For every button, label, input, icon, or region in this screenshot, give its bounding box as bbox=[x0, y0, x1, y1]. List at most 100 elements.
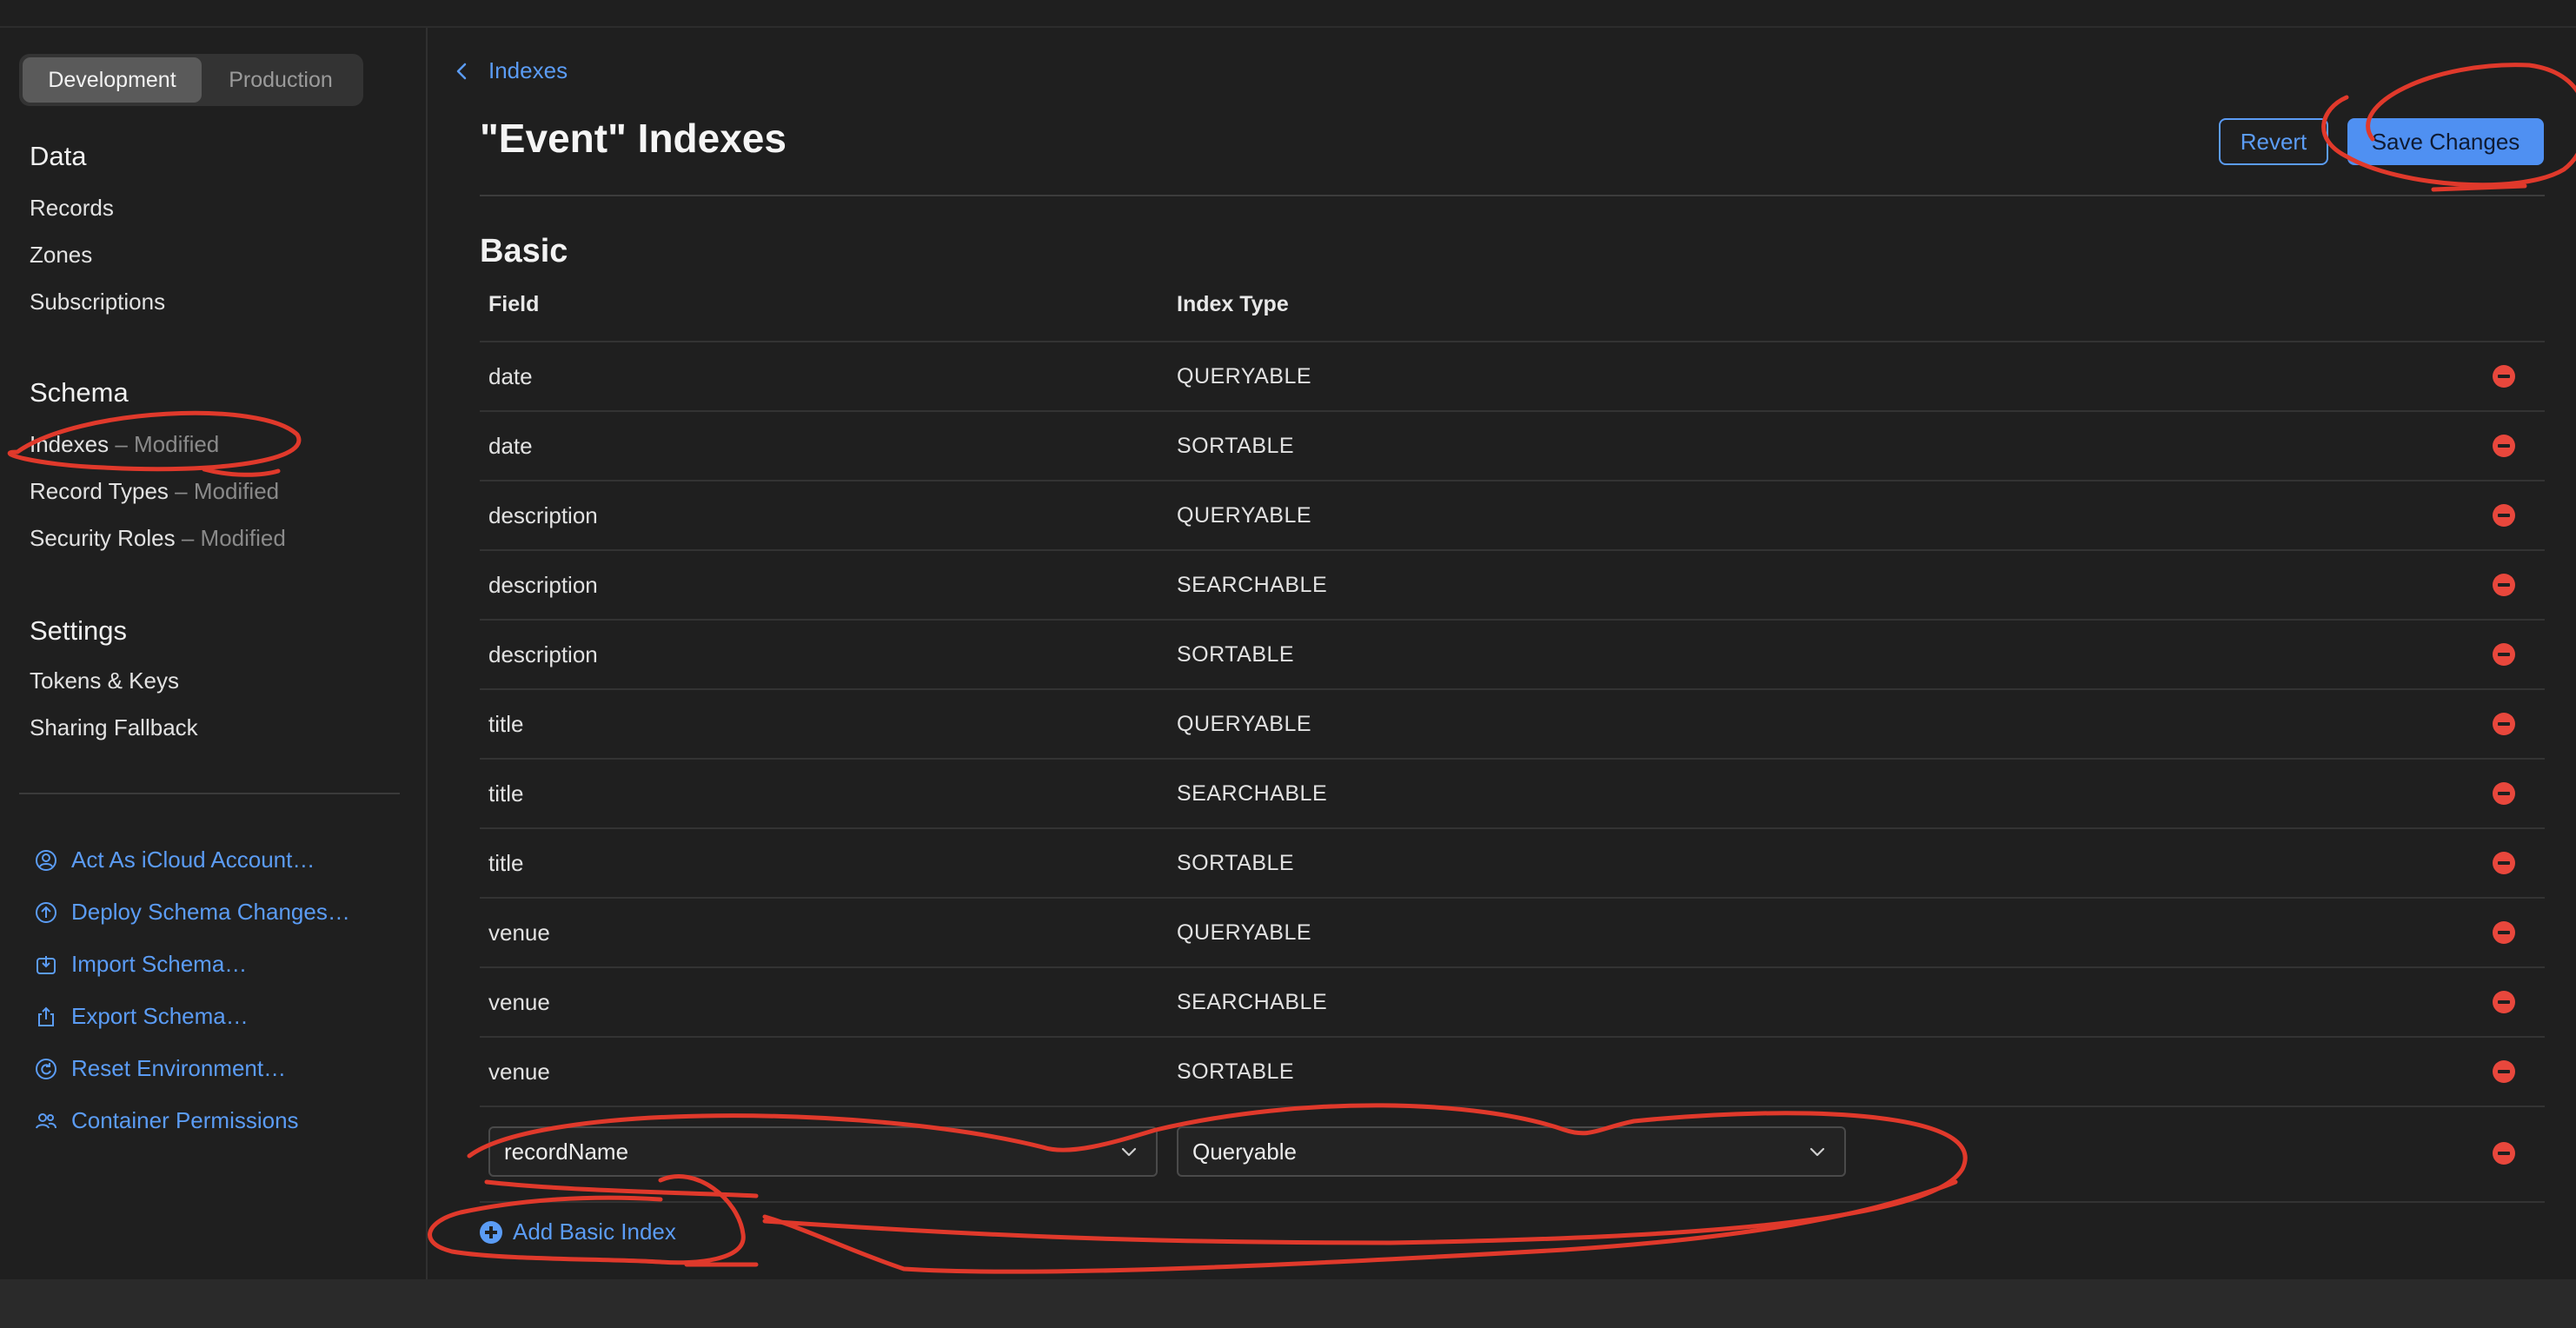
table-row: description SORTABLE bbox=[480, 619, 2545, 688]
remove-index-button[interactable] bbox=[2493, 574, 2515, 596]
remove-index-button[interactable] bbox=[2493, 1142, 2515, 1165]
remove-index-button[interactable] bbox=[2493, 365, 2515, 388]
reset-circle-icon bbox=[36, 1058, 56, 1079]
page-title: "Event" Indexes bbox=[480, 116, 787, 161]
sidebar-item-label: Security Roles bbox=[30, 525, 176, 551]
sidebar-item-label: Indexes bbox=[30, 431, 110, 457]
container-permissions-link[interactable]: Container Permissions bbox=[35, 1107, 299, 1134]
remove-index-button[interactable] bbox=[2493, 1060, 2515, 1083]
action-label: Export Schema… bbox=[71, 1003, 249, 1029]
table-row: title SEARCHABLE bbox=[480, 758, 2545, 827]
action-label: Reset Environment… bbox=[71, 1055, 287, 1081]
add-basic-index-button[interactable]: Add Basic Index bbox=[480, 1218, 676, 1245]
revert-button[interactable]: Revert bbox=[2219, 118, 2328, 165]
field-select[interactable]: recordName bbox=[488, 1126, 1158, 1177]
plus-circle-icon bbox=[480, 1220, 502, 1244]
sidebar-item-records[interactable]: Records bbox=[30, 195, 114, 222]
modified-status: – Modified bbox=[175, 478, 280, 504]
table-row: description QUERYABLE bbox=[480, 480, 2545, 549]
index-field-cell: venue bbox=[488, 920, 550, 946]
index-field-cell: title bbox=[488, 850, 524, 876]
remove-index-button[interactable] bbox=[2493, 852, 2515, 874]
sidebar-item-sharing-fallback[interactable]: Sharing Fallback bbox=[30, 714, 198, 741]
index-field-cell: description bbox=[488, 572, 598, 598]
remove-index-button[interactable] bbox=[2493, 991, 2515, 1013]
window-bottom-strip bbox=[0, 1279, 2576, 1328]
action-label: Import Schema… bbox=[71, 951, 248, 977]
chevron-down-icon bbox=[1809, 1147, 1825, 1157]
index-field-cell: title bbox=[488, 780, 524, 807]
index-type-cell: SEARCHABLE bbox=[1177, 781, 1328, 806]
act-as-icloud-account-link[interactable]: Act As iCloud Account… bbox=[35, 847, 315, 873]
sidebar-item-record-types[interactable]: Record Types – Modified bbox=[30, 478, 279, 505]
remove-index-button[interactable] bbox=[2493, 643, 2515, 666]
people-icon bbox=[36, 1112, 56, 1128]
sidebar-item-subscriptions[interactable]: Subscriptions bbox=[30, 289, 165, 315]
table-row: title SORTABLE bbox=[480, 827, 2545, 897]
export-schema-link[interactable]: Export Schema… bbox=[35, 1003, 249, 1030]
field-select-value: recordName bbox=[504, 1139, 629, 1165]
share-icon bbox=[38, 1006, 54, 1026]
table-row: venue SORTABLE bbox=[480, 1036, 2545, 1106]
schema-section-title: Schema bbox=[30, 377, 129, 408]
field-column-header: Field bbox=[488, 292, 540, 316]
data-section-title: Data bbox=[30, 141, 87, 171]
person-circle-icon bbox=[36, 849, 56, 871]
basic-section-title: Basic bbox=[480, 233, 568, 269]
index-type-cell: SORTABLE bbox=[1177, 642, 1295, 667]
settings-section-title: Settings bbox=[30, 615, 128, 646]
remove-index-button[interactable] bbox=[2493, 713, 2515, 735]
chevron-left-icon bbox=[456, 63, 467, 79]
remove-index-button[interactable] bbox=[2493, 782, 2515, 805]
sidebar-item-indexes[interactable]: Indexes – Modified bbox=[30, 431, 219, 458]
breadcrumb-back-link[interactable]: Indexes bbox=[454, 57, 568, 84]
chevron-down-icon bbox=[1121, 1147, 1137, 1157]
remove-index-button[interactable] bbox=[2493, 435, 2515, 457]
table-row: description SEARCHABLE bbox=[480, 549, 2545, 619]
remove-index-button[interactable] bbox=[2493, 921, 2515, 944]
index-field-cell: venue bbox=[488, 989, 550, 1015]
index-type-cell: QUERYABLE bbox=[1177, 364, 1312, 388]
index-type-select-value: Queryable bbox=[1192, 1139, 1297, 1165]
index-type-column-header: Index Type bbox=[1177, 292, 1289, 316]
environment-toggle: Development Production bbox=[19, 54, 363, 106]
window-top-strip bbox=[0, 0, 2576, 28]
production-tab[interactable]: Production bbox=[202, 57, 360, 103]
action-label: Act As iCloud Account… bbox=[71, 847, 315, 873]
title-divider bbox=[480, 195, 2545, 196]
table-row: venue QUERYABLE bbox=[480, 897, 2545, 966]
index-field-cell: venue bbox=[488, 1059, 550, 1085]
index-field-cell: date bbox=[488, 363, 533, 389]
table-row: title QUERYABLE bbox=[480, 688, 2545, 758]
action-label: Container Permissions bbox=[71, 1107, 299, 1133]
table-row: venue SEARCHABLE bbox=[480, 966, 2545, 1036]
import-schema-link[interactable]: Import Schema… bbox=[35, 951, 247, 978]
save-changes-button[interactable]: Save Changes bbox=[2347, 118, 2544, 165]
index-type-cell: SORTABLE bbox=[1177, 434, 1295, 458]
sidebar-item-security-roles[interactable]: Security Roles – Modified bbox=[30, 525, 286, 552]
index-field-cell: title bbox=[488, 711, 524, 737]
sidebar: Development Production Data Records Zone… bbox=[0, 28, 428, 1279]
sidebar-item-zones[interactable]: Zones bbox=[30, 242, 92, 269]
arrow-up-circle-icon bbox=[36, 901, 56, 923]
index-type-select[interactable]: Queryable bbox=[1177, 1126, 1846, 1177]
index-type-cell: QUERYABLE bbox=[1177, 712, 1312, 736]
index-field-cell: description bbox=[488, 502, 598, 528]
tray-arrow-down-icon bbox=[37, 955, 56, 974]
remove-index-button[interactable] bbox=[2493, 504, 2515, 527]
add-basic-index-label: Add Basic Index bbox=[513, 1218, 676, 1245]
deploy-schema-changes-link[interactable]: Deploy Schema Changes… bbox=[35, 899, 350, 926]
index-table: date QUERYABLE date SORTABLE description QUER… bbox=[480, 341, 2545, 1106]
sidebar-item-label: Record Types bbox=[30, 478, 169, 504]
index-type-cell: SORTABLE bbox=[1177, 851, 1295, 875]
modified-status: – Modified bbox=[181, 525, 286, 551]
index-type-cell: QUERYABLE bbox=[1177, 503, 1312, 528]
index-type-cell: SEARCHABLE bbox=[1177, 573, 1328, 597]
index-type-cell: SEARCHABLE bbox=[1177, 990, 1328, 1014]
sidebar-item-tokens-keys[interactable]: Tokens & Keys bbox=[30, 667, 179, 694]
action-label: Deploy Schema Changes… bbox=[71, 899, 350, 925]
reset-environment-link[interactable]: Reset Environment… bbox=[35, 1055, 286, 1082]
development-tab[interactable]: Development bbox=[23, 57, 202, 103]
new-index-row: recordName Queryable bbox=[480, 1106, 2545, 1203]
table-row: date SORTABLE bbox=[480, 410, 2545, 480]
